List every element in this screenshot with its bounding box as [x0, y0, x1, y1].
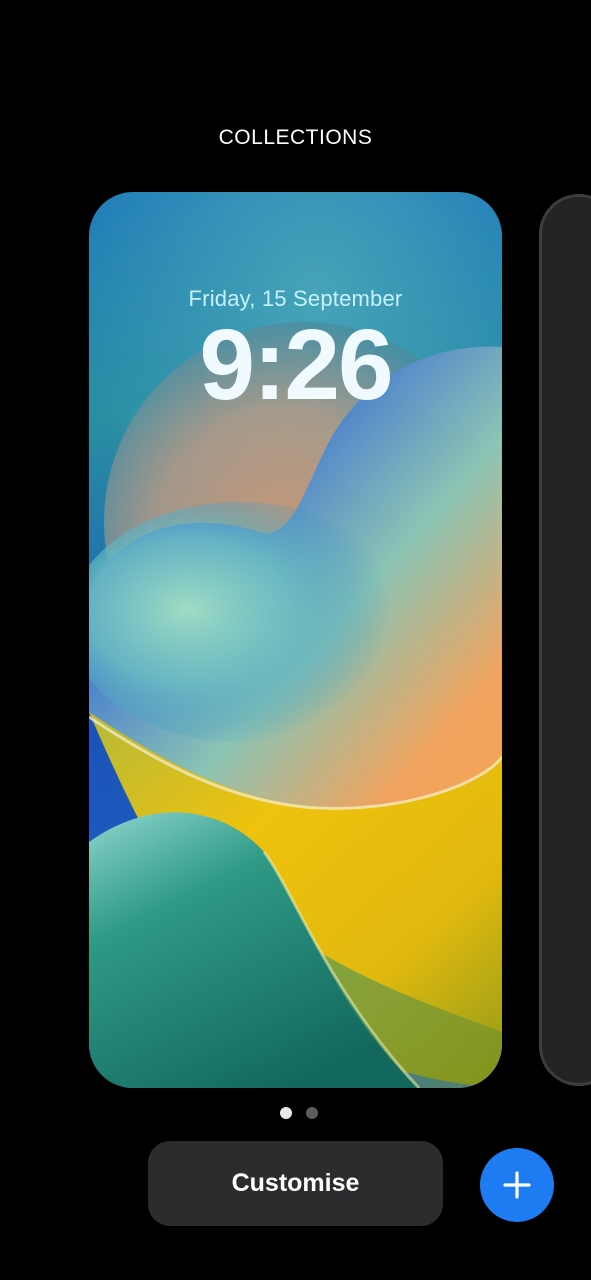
next-wallpaper-card[interactable] [539, 194, 591, 1086]
plus-icon [503, 1171, 531, 1199]
collections-header[interactable]: COLLECTIONS [0, 126, 591, 150]
wallpaper-preview-card[interactable]: Friday, 15 September 9:26 [89, 192, 502, 1088]
page-dot-inactive[interactable] [305, 1107, 318, 1119]
wallpaper-gallery-screen: COLLECTIONS Friday, 15 September 9:26 Cu… [0, 0, 591, 1280]
add-wallpaper-button[interactable] [480, 1148, 554, 1222]
customise-button[interactable]: Customise [148, 1141, 443, 1226]
page-indicator[interactable] [0, 1107, 591, 1119]
page-dot-active[interactable] [279, 1107, 292, 1119]
lock-screen-time: 9:26 [199, 309, 393, 421]
